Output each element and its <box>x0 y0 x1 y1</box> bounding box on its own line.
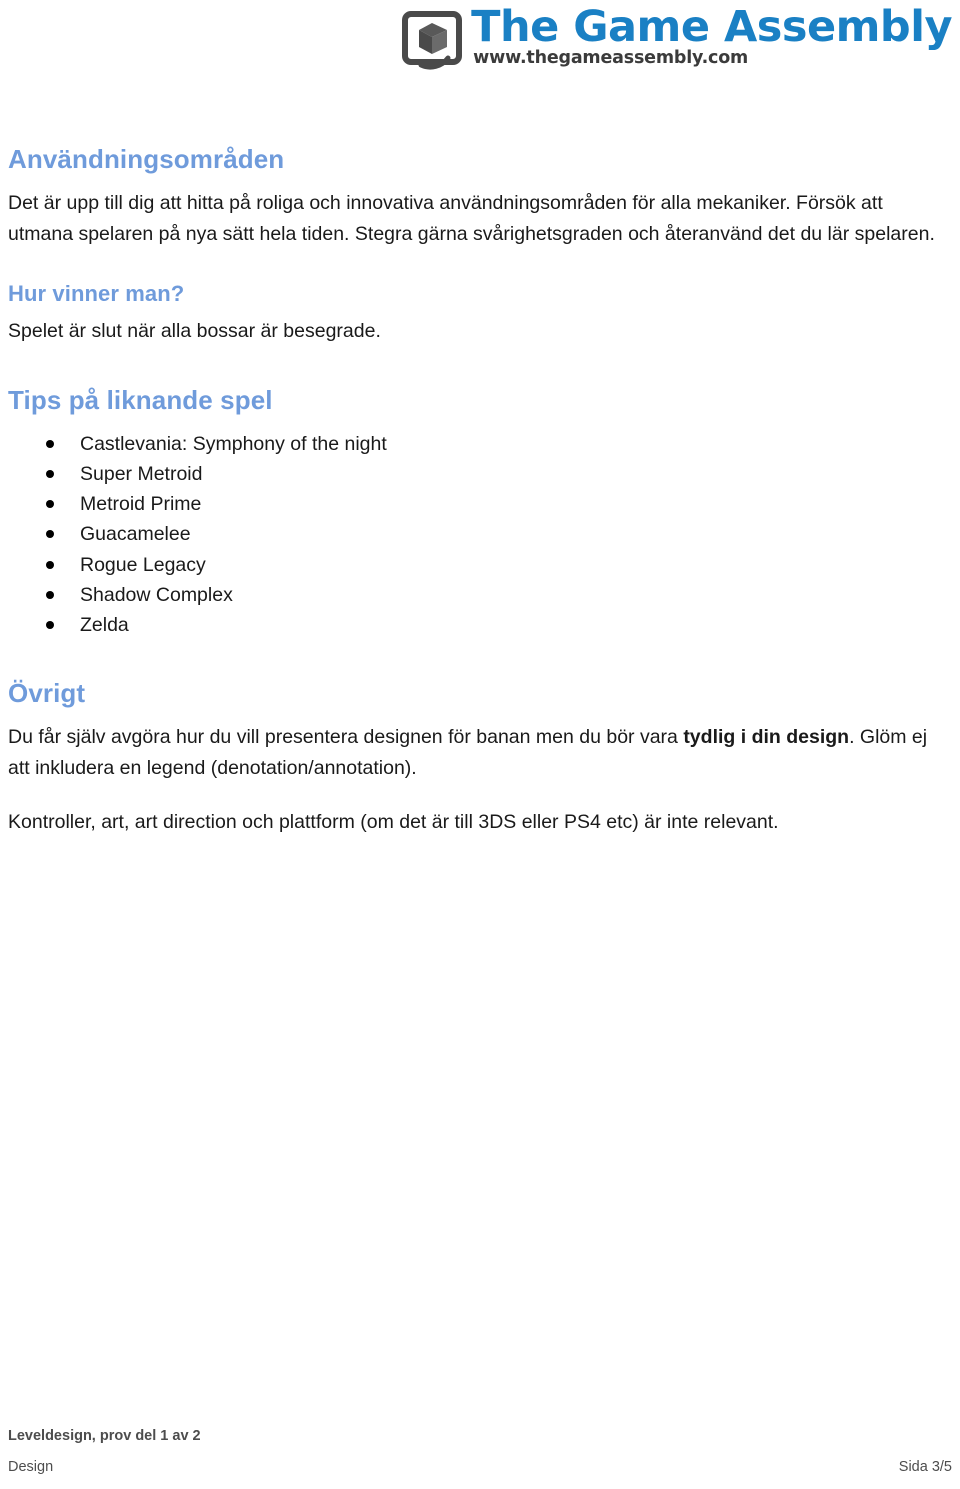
section-body-usage: Det är upp till dig att hitta på roliga … <box>8 191 935 246</box>
list-item: Super Metroid <box>8 459 952 489</box>
section-heading-usage: Användningsområden <box>8 144 285 174</box>
misc-text-before: Du får själv avgöra hur du vill presente… <box>8 725 684 748</box>
list-item-label: Castlevania: Symphony of the night <box>80 433 387 455</box>
footer-meta-row: Design Sida 3/5 <box>8 1459 952 1475</box>
footer-category: Design <box>8 1459 54 1475</box>
cube-logo-icon <box>401 8 463 70</box>
list-item-label: Metroid Prime <box>80 493 202 516</box>
bullet-dot-icon <box>46 470 54 479</box>
logo-url: www.thegameassembly.com <box>473 48 749 69</box>
list-item: Metroid Prime <box>8 489 952 519</box>
list-item-label: Guacamelee <box>80 523 191 546</box>
list-item-label: Zelda <box>80 613 129 636</box>
footer-title: Leveldesign, prov del 1 av 2 <box>8 1428 201 1444</box>
section-body-misc-1: Du får själv avgöra hur du vill presente… <box>8 722 952 785</box>
section-body-misc-2: Kontroller, art, art direction och platt… <box>8 810 779 833</box>
page-footer: Leveldesign, prov del 1 av 2 Design Sida… <box>8 1428 952 1475</box>
list-item-label: Rogue Legacy <box>80 553 206 576</box>
list-item-label: Super Metroid <box>80 463 203 486</box>
list-item: Rogue Legacy <box>8 550 952 580</box>
section-heading-tips: Tips på liknande spel <box>8 385 273 416</box>
list-item-label: Shadow Complex <box>80 583 233 606</box>
bullet-dot-icon <box>46 590 54 599</box>
page-header: The Game Assembly www.thegameassembly.co… <box>0 0 960 96</box>
bullet-dot-icon <box>46 620 54 629</box>
logo-wordmark: The Game Assembly <box>471 2 952 52</box>
section-heading-win: Hur vinner man? <box>8 280 185 306</box>
list-item: Shadow Complex <box>8 580 952 610</box>
section-body-win: Spelet är slut när alla bossar är besegr… <box>8 319 381 342</box>
bullet-dot-icon <box>46 560 54 569</box>
logo-text-block: The Game Assembly www.thegameassembly.co… <box>471 2 952 69</box>
document-content: Användningsområden Det är upp till dig a… <box>8 144 952 838</box>
the-game-assembly-logo: The Game Assembly www.thegameassembly.co… <box>401 2 952 70</box>
bullet-dot-icon <box>46 530 54 539</box>
bullet-dot-icon <box>46 440 54 449</box>
list-item: Castlevania: Symphony of the night <box>8 429 952 459</box>
misc-text-bold: tydlig i din design <box>683 725 850 748</box>
similar-games-list: Castlevania: Symphony of the night Super… <box>8 429 952 640</box>
section-heading-misc: Övrigt <box>8 677 86 708</box>
list-item: Guacamelee <box>8 519 952 549</box>
footer-page-number: Sida 3/5 <box>898 1459 952 1475</box>
list-item: Zelda <box>8 610 952 640</box>
bullet-dot-icon <box>46 500 54 509</box>
